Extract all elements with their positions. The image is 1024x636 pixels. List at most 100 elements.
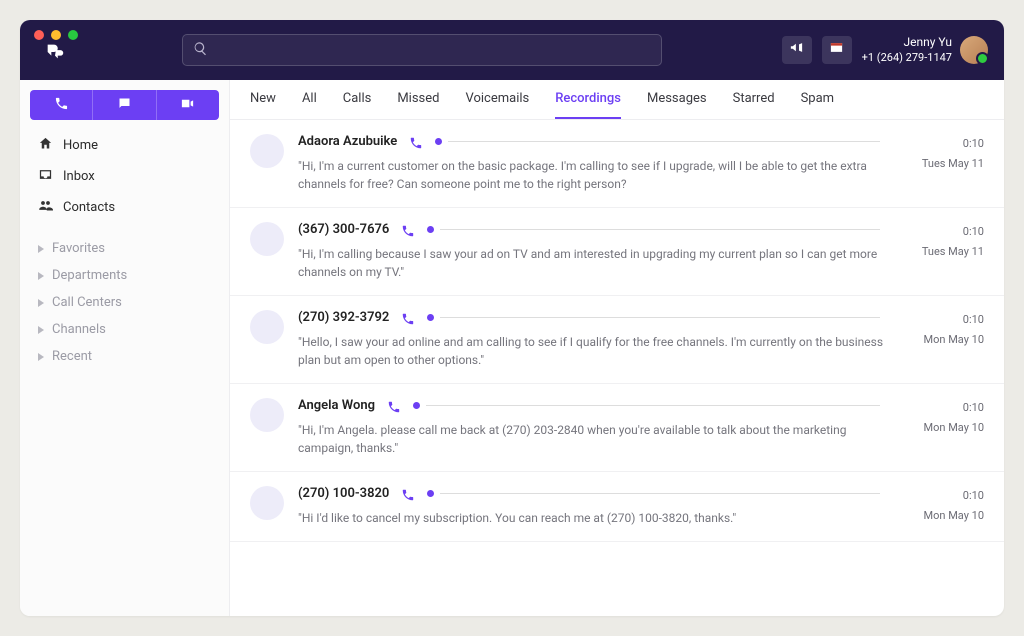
tab-recordings[interactable]: Recordings (555, 80, 621, 119)
phone-icon (401, 223, 415, 237)
phone-icon (54, 96, 69, 115)
user-menu[interactable]: Jenny Yu +1 (264) 279-1147 (862, 35, 988, 65)
contact-avatar (250, 398, 284, 432)
group-recent[interactable]: Recent (30, 343, 219, 370)
search-bar[interactable] (182, 34, 662, 66)
contacts-icon (38, 198, 53, 217)
recording-body: Adaora Azubuike "Hi, I'm a current custom… (298, 134, 890, 193)
progress-track (426, 405, 880, 406)
primary-nav: Home Inbox Contacts (20, 130, 229, 223)
progress-track (448, 141, 880, 142)
recording-meta: 0:10Mon May 10 (904, 398, 984, 457)
video-icon (180, 96, 195, 115)
recording-row[interactable]: (270) 100-3820"Hi I'd like to cancel my … (230, 472, 1004, 542)
inbox-icon (38, 167, 53, 186)
group-label: Departments (52, 268, 127, 283)
recording-row[interactable]: (270) 392-3792 "Hello, I saw your ad onli… (230, 296, 1004, 384)
window-controls (34, 30, 78, 40)
search-icon (193, 41, 208, 60)
app-body: Home Inbox Contacts Favorites Departments Ca… (20, 80, 1004, 616)
date-text: Tues May 11 (904, 154, 984, 174)
recording-meta: 0:10Mon May 10 (904, 310, 984, 369)
contact-name: Adaora Azubuike (298, 134, 397, 149)
search-input[interactable] (216, 43, 651, 58)
tab-spam[interactable]: Spam (801, 80, 835, 119)
duration-text: 0:10 (904, 310, 984, 330)
nav-item-inbox[interactable]: Inbox (30, 161, 219, 192)
transcript-text: "Hi, I'm calling because I saw your ad o… (298, 245, 890, 281)
phone-icon (387, 399, 401, 413)
playback-progress[interactable] (427, 226, 880, 233)
new-video-button[interactable] (156, 90, 219, 120)
nav-item-label: Inbox (63, 169, 95, 184)
transcript-text: "Hi I'd like to cancel my subscription. … (298, 509, 890, 527)
date-text: Mon May 10 (904, 418, 984, 438)
contact-avatar (250, 222, 284, 256)
tab-calls[interactable]: Calls (343, 80, 372, 119)
phone-icon (409, 135, 423, 149)
home-icon (38, 136, 53, 155)
maximize-window-button[interactable] (68, 30, 78, 40)
close-window-button[interactable] (34, 30, 44, 40)
transcript-text: "Hi, I'm a current customer on the basic… (298, 157, 890, 193)
sidebar-groups: Favorites Departments Call Centers Channels… (20, 229, 229, 376)
duration-text: 0:10 (904, 222, 984, 242)
announcement-button[interactable] (782, 36, 812, 64)
date-text: Mon May 10 (904, 330, 984, 350)
chevron-right-icon (38, 299, 44, 307)
nav-item-home[interactable]: Home (30, 130, 219, 161)
recording-row[interactable]: Adaora Azubuike "Hi, I'm a current custom… (230, 120, 1004, 208)
group-label: Favorites (52, 241, 105, 256)
playback-progress[interactable] (427, 490, 880, 497)
tab-new[interactable]: New (250, 80, 276, 119)
playhead-icon (427, 226, 434, 233)
titlebar: Jenny Yu +1 (264) 279-1147 (20, 20, 1004, 80)
contact-name: (270) 392-3792 (298, 310, 389, 325)
new-call-button[interactable] (30, 90, 92, 120)
recording-header: (367) 300-7676 (298, 222, 890, 237)
playback-progress[interactable] (427, 314, 880, 321)
header-right: Jenny Yu +1 (264) 279-1147 (782, 35, 988, 65)
transcript-text: "Hello, I saw your ad online and am call… (298, 333, 890, 369)
recording-row[interactable]: (367) 300-7676 "Hi, I'm calling because I… (230, 208, 1004, 296)
group-label: Recent (52, 349, 92, 364)
nav-item-label: Home (63, 138, 98, 153)
quick-actions (20, 90, 229, 120)
new-message-button[interactable] (92, 90, 155, 120)
nav-item-contacts[interactable]: Contacts (30, 192, 219, 223)
recording-row[interactable]: Angela Wong"Hi, I'm Angela. please call … (230, 384, 1004, 472)
recordings-list: Adaora Azubuike "Hi, I'm a current custom… (230, 120, 1004, 616)
playback-progress[interactable] (435, 138, 880, 145)
filter-tabs: New All Calls Missed Voicemails Recordings Mes… (230, 80, 1004, 120)
playhead-icon (435, 138, 442, 145)
tab-missed[interactable]: Missed (397, 80, 439, 119)
transcript-text: "Hi, I'm Angela. please call me back at … (298, 421, 890, 457)
duration-text: 0:10 (904, 134, 984, 154)
message-icon (117, 96, 132, 115)
tab-starred[interactable]: Starred (733, 80, 775, 119)
tab-voicemails[interactable]: Voicemails (465, 80, 529, 119)
avatar[interactable] (960, 36, 988, 64)
minimize-window-button[interactable] (51, 30, 61, 40)
user-name: Jenny Yu (862, 35, 952, 51)
tab-all[interactable]: All (302, 80, 317, 119)
recording-meta: 0:10Tues May 11 (904, 134, 984, 193)
contact-avatar (250, 134, 284, 168)
group-channels[interactable]: Channels (30, 316, 219, 343)
activity-button[interactable] (822, 36, 852, 64)
tab-messages[interactable]: Messages (647, 80, 707, 119)
user-phone: +1 (264) 279-1147 (862, 51, 952, 65)
playback-progress[interactable] (413, 402, 880, 409)
group-favorites[interactable]: Favorites (30, 235, 219, 262)
group-label: Call Centers (52, 295, 122, 310)
chevron-right-icon (38, 326, 44, 334)
card-icon (829, 40, 844, 59)
contact-name: (367) 300-7676 (298, 222, 389, 237)
group-label: Channels (52, 322, 106, 337)
group-departments[interactable]: Departments (30, 262, 219, 289)
recording-body: (367) 300-7676 "Hi, I'm calling because I… (298, 222, 890, 281)
group-call-centers[interactable]: Call Centers (30, 289, 219, 316)
progress-track (440, 493, 880, 494)
recording-body: Angela Wong"Hi, I'm Angela. please call … (298, 398, 890, 457)
nav-item-label: Contacts (63, 200, 115, 215)
